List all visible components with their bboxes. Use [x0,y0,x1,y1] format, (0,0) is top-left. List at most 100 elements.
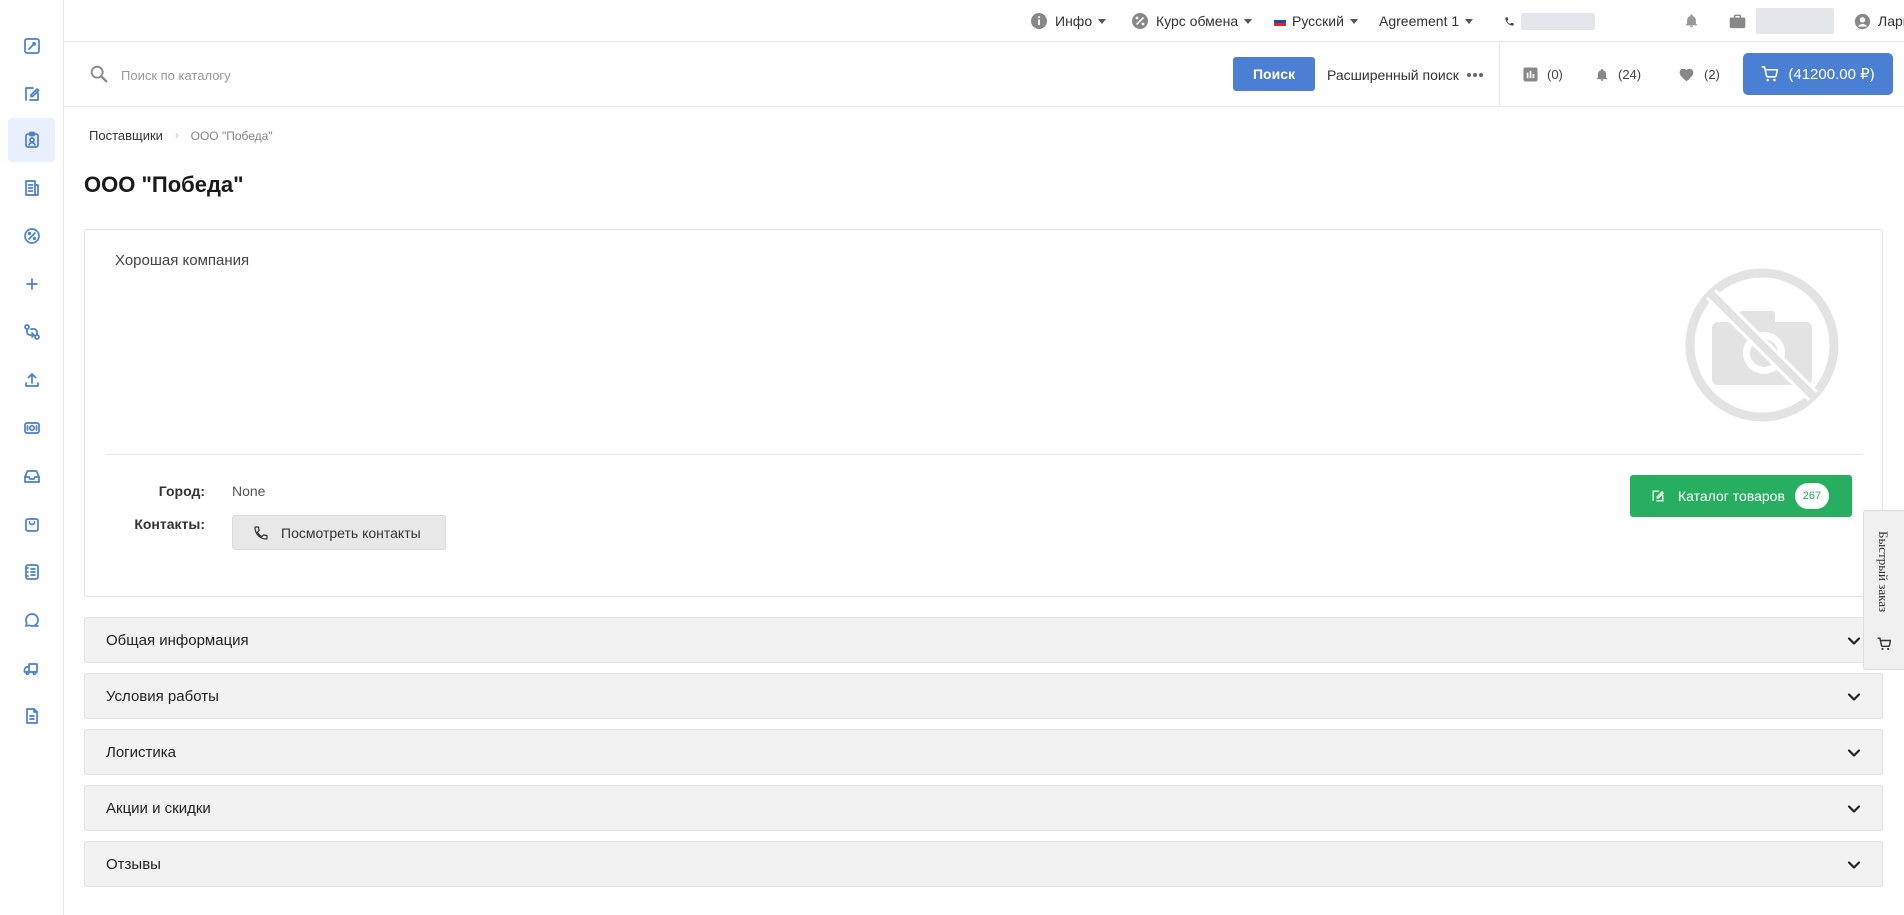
accordion-label: Общая информация [106,631,249,649]
notification-bell-icon [1596,68,1608,81]
catalog-count-badge: 267 [1794,483,1829,509]
catalog-icon [23,38,40,54]
briefcase-icon [1728,12,1746,30]
sidebar-item-edit-catalog[interactable] [8,72,55,116]
sidebar-item-catalog[interactable] [8,24,55,68]
caret-down-icon [1465,18,1474,24]
top-utility-bar: Инфо Курс обмена Русский Agreement 1 Лар [64,0,1904,42]
language-menu[interactable]: Русский [1273,0,1358,42]
search-bar: Поиск Расширенный поиск (0) (24) (2) (41… [64,42,1904,107]
sidebar-item-discounts[interactable] [8,214,55,258]
accordion-label: Условия работы [106,687,219,705]
accordion-promotions[interactable]: Акции и скидки [84,785,1883,831]
cart-button[interactable]: (41200.00 ₽) [1743,53,1893,95]
breadcrumb: Поставщики › ООО "Победа" [89,128,273,143]
sidebar-item-inbox[interactable] [8,454,55,498]
quick-order-label: Быстрый заказ [1876,531,1891,613]
sidebar-item-documents[interactable] [8,550,55,594]
favorites-count: (2) [1704,67,1720,82]
exchange-rate-menu[interactable]: Курс обмена [1131,0,1253,42]
sidebar-item-chat[interactable] [8,598,55,642]
percent-badge-icon [1131,12,1149,30]
accordion-logistics[interactable]: Логистика [84,729,1883,775]
divider [1499,42,1500,107]
bag-icon [24,518,39,532]
advanced-search-link[interactable]: Расширенный поиск [1327,42,1483,107]
chevron-down-icon [1847,637,1861,645]
view-contacts-button[interactable]: Посмотреть контакты [232,515,446,550]
suppliers-icon [24,131,39,148]
delivery-icon [23,663,38,676]
phone-icon [254,525,268,540]
company-menu[interactable] [1728,0,1834,42]
sidebar-item-add[interactable] [8,262,55,306]
accordion-general-info[interactable]: Общая информация [84,617,1883,663]
search-input[interactable] [121,60,1171,90]
bell-menu[interactable] [1682,0,1700,42]
info-menu-label: Инфо [1055,13,1093,29]
user-menu[interactable]: Лариса В. [1853,0,1904,42]
supplier-card: Хорошая компания Город: None Контакты: П… [84,229,1883,597]
breadcrumb-current: ООО "Победа" [190,128,273,143]
sidebar-item-suppliers[interactable] [8,118,55,162]
chevron-down-icon [1847,693,1861,701]
money-icon [23,422,40,434]
catalog-edit-icon [1652,490,1665,502]
chevron-down-icon [1847,749,1861,757]
redacted-phone [1521,12,1595,30]
search-button[interactable]: Поиск [1233,57,1315,91]
breadcrumb-separator-icon: › [174,129,179,142]
breadcrumb-suppliers-link[interactable]: Поставщики [89,128,163,143]
notifications-counter[interactable]: (24) [1595,42,1641,107]
sidebar-item-payments[interactable] [8,406,55,450]
phone-icon [1503,12,1515,30]
notifications-count: (24) [1618,67,1642,82]
accordion-label: Логистика [106,743,177,761]
advanced-search-label: Расширенный поиск [1327,66,1459,83]
orders-icon [24,180,39,196]
sidebar-item-delivery[interactable] [8,646,55,690]
contacts-label: Контакты: [134,516,205,532]
sidebar-item-exchange[interactable] [8,310,55,354]
accordion-reviews[interactable]: Отзывы [84,841,1883,887]
user-avatar-icon [1853,12,1871,30]
heart-icon [1679,68,1694,82]
caret-down-icon [1098,18,1107,24]
upload-icon [24,373,39,387]
compare-chart-icon [1523,67,1538,82]
exchange-icon [23,324,40,340]
agreement-menu[interactable]: Agreement 1 [1379,0,1474,42]
product-catalog-button[interactable]: Каталог товаров 267 [1630,475,1852,517]
compare-count: (0) [1547,67,1563,82]
exchange-rate-label: Курс обмена [1156,13,1239,29]
accordion-label: Отзывы [106,855,161,873]
phone-info[interactable] [1503,0,1595,42]
sidebar-item-files[interactable] [8,694,55,738]
plus-icon [25,278,38,290]
search-icon [88,63,110,85]
favorites-counter[interactable]: (2) [1678,42,1720,107]
redacted-company [1756,8,1834,34]
russia-flag-icon [1273,12,1287,30]
agreement-label: Agreement 1 [1379,13,1460,29]
sidebar-item-orders[interactable] [8,166,55,210]
page-title: ООО "Победа" [84,172,244,197]
view-contacts-label: Посмотреть контакты [281,524,421,541]
compare-counter[interactable]: (0) [1523,42,1563,107]
left-sidebar [0,0,64,915]
cart-total: (41200.00 ₽) [1788,66,1875,83]
accordion-terms[interactable]: Условия работы [84,673,1883,719]
card-divider [106,454,1863,455]
percent-icon [23,228,40,244]
cart-small-icon [1877,637,1891,651]
shopping-cart-icon [1762,66,1779,82]
product-catalog-label: Каталог товаров [1678,488,1785,504]
quick-order-tab[interactable]: Быстрый заказ [1863,510,1904,670]
bell-icon [1682,12,1700,30]
chevron-down-icon [1847,805,1861,813]
info-menu[interactable]: Инфо [1030,0,1107,42]
sidebar-item-upload[interactable] [8,358,55,402]
sidebar-item-shopping[interactable] [8,502,55,546]
city-value: None [232,483,266,499]
accordion-label: Акции и скидки [106,799,211,817]
